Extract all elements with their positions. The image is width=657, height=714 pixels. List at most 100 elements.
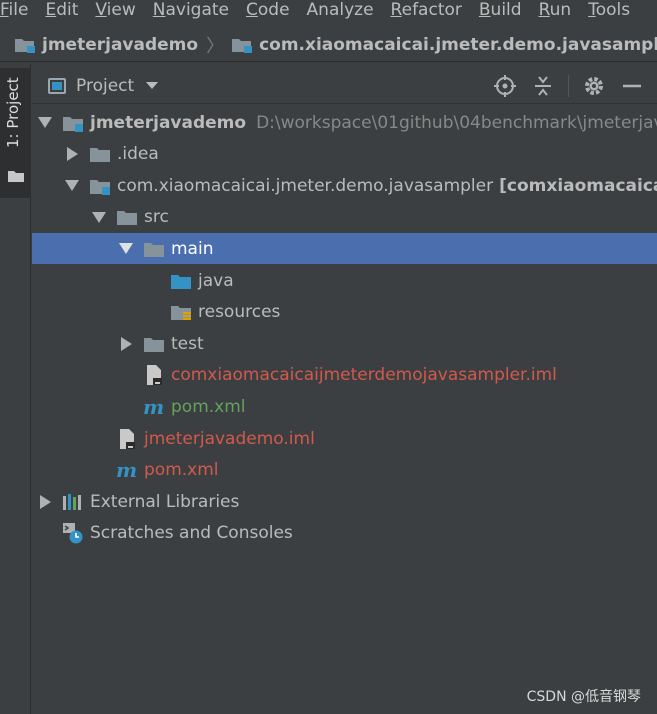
- tree-node-label: java: [198, 270, 234, 291]
- crosshair-icon: [494, 75, 516, 97]
- chevron-right-icon: 〉: [206, 35, 225, 57]
- panel-title: Project: [76, 75, 135, 96]
- menu-mnemonic: R: [390, 0, 402, 20]
- tree-node[interactable]: java: [32, 265, 657, 296]
- tree-node[interactable]: External Libraries: [32, 486, 657, 517]
- tool-window-stripe: 1: Project: [0, 64, 31, 714]
- tree-node[interactable]: jmeterjavademo D:\workspace\01github\04be…: [32, 107, 657, 138]
- menu-item[interactable]: Analyze: [299, 0, 383, 20]
- tree-node[interactable]: resources: [32, 297, 657, 328]
- menu-bar: File Edit View Navigate Code Analyze Refactor B…: [0, 0, 657, 20]
- menu-label: ile: [8, 0, 29, 20]
- tree-node-module-name: [comxiaomacaicaijmeterdemojavasampler]: [499, 175, 657, 196]
- tree-node-label: main: [171, 238, 214, 259]
- menu-label: Analyze: [306, 0, 374, 20]
- view-selector[interactable]: Project: [48, 75, 159, 96]
- watermark: CSDN @低音钢琴: [526, 689, 641, 705]
- breadcrumb-item-module[interactable]: com.xiaomacaicai.jmeter.demo.javasampler: [231, 35, 657, 55]
- module-folder-icon: [14, 36, 36, 54]
- menu-item[interactable]: Tools: [580, 0, 639, 20]
- menu-label: iew: [106, 0, 136, 20]
- menu-label: ode: [257, 0, 290, 20]
- tree-node-label: jmeterjavademo: [90, 112, 247, 133]
- tree-node-label: comxiaomacaicaijmeterdemojavasampler.iml: [171, 365, 557, 386]
- menu-label: uild: [490, 0, 522, 20]
- menu-label: ools: [595, 0, 631, 20]
- menu-mnemonic: N: [152, 0, 166, 20]
- tree-node[interactable]: src: [32, 202, 657, 233]
- tree-node-label: resources: [198, 302, 281, 323]
- panel-actions: [480, 74, 645, 98]
- folder-icon: [116, 207, 138, 227]
- expand-arrow-right-icon[interactable]: [119, 336, 133, 351]
- menu-mnemonic: R: [538, 0, 550, 20]
- menu-mnemonic: F: [0, 0, 9, 20]
- tree-node[interactable]: main: [32, 233, 657, 265]
- tree-node[interactable]: test: [32, 328, 657, 359]
- resources-folder-icon: [170, 302, 192, 322]
- menu-item[interactable]: File: [0, 0, 37, 20]
- module-folder-icon: [62, 113, 84, 133]
- breadcrumb-item-project[interactable]: jmeterjavademo: [14, 35, 198, 55]
- menu-mnemonic: V: [95, 0, 107, 20]
- tree-node[interactable]: com.xiaomacaicai.jmeter.demo.javasampler…: [32, 170, 657, 201]
- breadcrumb-label: jmeterjavademo: [42, 34, 199, 55]
- menu-item[interactable]: View: [87, 0, 144, 20]
- menu-item[interactable]: Run: [531, 0, 581, 20]
- hide-button[interactable]: [619, 74, 645, 98]
- breadcrumb-label: com.xiaomacaicai.jmeter.demo.javasampler: [259, 34, 657, 55]
- settings-button[interactable]: [581, 74, 607, 98]
- tree-node[interactable]: comxiaomacaicaijmeterdemojavasampler.iml: [32, 360, 657, 391]
- project-tool-tab[interactable]: 1: Project: [0, 68, 31, 198]
- minimize-icon: [623, 84, 641, 88]
- tree-node-label: Scratches and Consoles: [90, 523, 293, 544]
- svg-text:m: m: [116, 460, 137, 480]
- menu-item[interactable]: Refactor: [383, 0, 471, 20]
- tree-node-label: jmeterjavademo.iml: [144, 428, 315, 449]
- expand-arrow-down-icon[interactable]: [65, 179, 79, 193]
- svg-text:m: m: [143, 397, 164, 417]
- menu-mnemonic: T: [588, 0, 596, 20]
- expand-arrow-right-icon[interactable]: [65, 147, 79, 162]
- tree-node[interactable]: jmeterjavademo.iml: [32, 423, 657, 454]
- tree-node-label: .idea: [117, 144, 159, 165]
- collapse-icon: [535, 76, 551, 96]
- iml-file-icon: [143, 365, 165, 386]
- project-panel: Project jmeterjavademo D:\workspace\01git…: [32, 64, 657, 714]
- menu-item[interactable]: Code: [238, 0, 299, 20]
- tree-node[interactable]: .idea: [32, 139, 657, 170]
- expand-arrow-down-icon[interactable]: [119, 242, 133, 256]
- expand-arrow-down-icon[interactable]: [92, 210, 106, 224]
- tree-node-label: pom.xml: [144, 460, 219, 481]
- menu-label: avigate: [165, 0, 230, 20]
- tree-node[interactable]: Scratches and Consoles: [32, 518, 657, 549]
- menu-item[interactable]: Edit: [37, 0, 87, 20]
- tree-node[interactable]: m pom.xml: [32, 455, 657, 486]
- module-folder-icon: [89, 176, 111, 196]
- tree-node-label: pom.xml: [171, 396, 246, 417]
- menu-label: efactor: [401, 0, 462, 20]
- folder-icon: [89, 144, 111, 164]
- expand-arrow-down-icon[interactable]: [38, 116, 52, 130]
- iml-file-icon: [116, 428, 138, 449]
- expand-arrow-right-icon[interactable]: [38, 494, 52, 509]
- menu-item[interactable]: Build: [471, 0, 531, 20]
- module-folder-icon: [231, 36, 253, 54]
- menu-item[interactable]: Navigate: [145, 0, 238, 20]
- toolbar-separator: [568, 75, 569, 97]
- gear-icon: [585, 77, 603, 95]
- folder-icon: [7, 168, 25, 187]
- tree-node-label: com.xiaomacaicai.jmeter.demo.javasampler: [117, 175, 494, 196]
- panel-header: Project: [32, 68, 657, 104]
- collapse-all-button[interactable]: [530, 74, 556, 98]
- tree-node-label: test: [171, 333, 204, 354]
- maven-file-icon: m: [116, 460, 138, 480]
- locate-button[interactable]: [492, 74, 518, 98]
- tree-node[interactable]: m pom.xml: [32, 391, 657, 422]
- tree-node-label: External Libraries: [90, 491, 240, 512]
- menu-mnemonic: E: [45, 0, 57, 20]
- menu-mnemonic: C: [246, 0, 258, 20]
- folder-icon: [143, 334, 165, 354]
- tree-node-path: D:\workspace\01github\04benchmark\jmeter…: [256, 112, 657, 133]
- menu-mnemonic: B: [478, 0, 491, 20]
